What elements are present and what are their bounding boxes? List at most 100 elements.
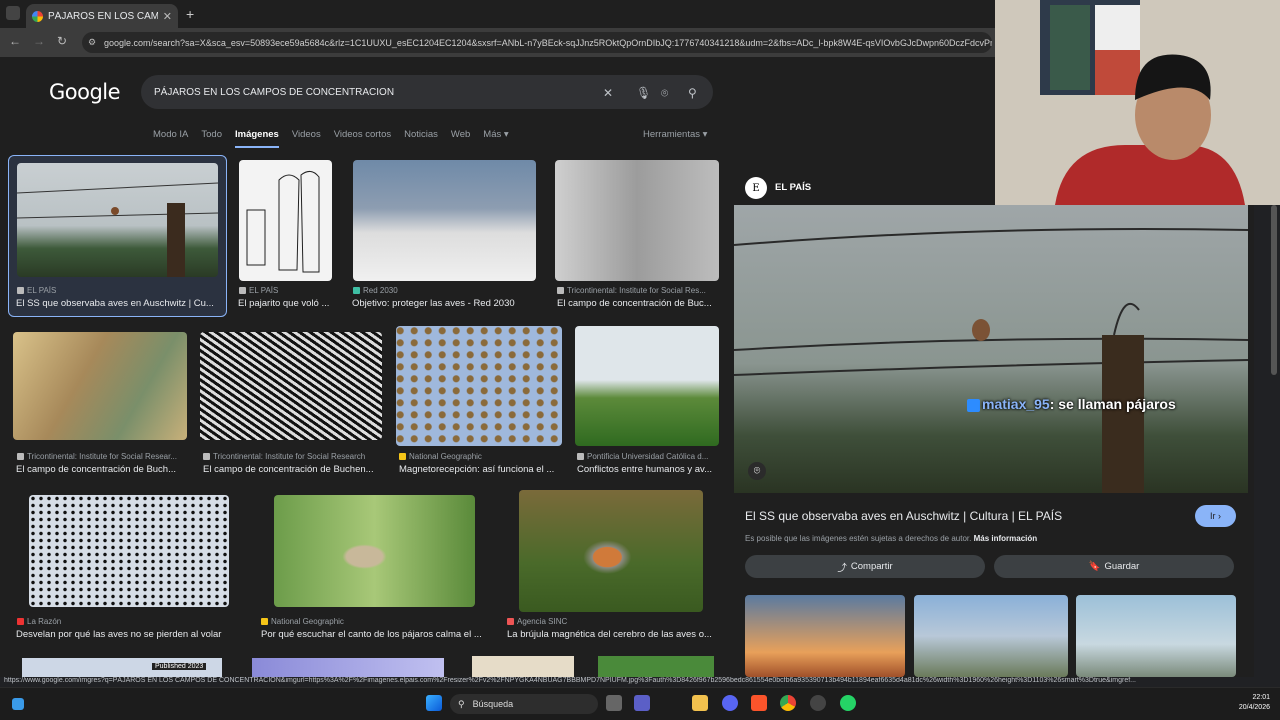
result-caption[interactable]: El campo de concentración de Buchen... (203, 464, 383, 475)
chat-message: : se llaman pájaros (1049, 396, 1176, 412)
result-source: EL PAÍS (27, 286, 57, 295)
result-caption[interactable]: Desvelan por qué las aves no se pierden … (16, 629, 246, 640)
microphone-icon[interactable]: 🎙 (636, 86, 651, 100)
site-info-icon[interactable]: ⚙ (88, 37, 96, 48)
tab-title: PÁJAROS EN LOS CAMPOS DE... (48, 10, 158, 22)
preview-image[interactable] (734, 205, 1248, 493)
search-query: PÁJAROS EN LOS CAMPOS DE CONCENTRACION (154, 86, 395, 98)
share-icon: ⤴ (837, 562, 847, 574)
source-favicon-icon (507, 618, 514, 625)
tab-mas-label: Más (483, 129, 502, 140)
go-button[interactable]: Ir › (1195, 505, 1236, 527)
tab-search-menu[interactable] (6, 6, 20, 20)
partial-result-thumbnail[interactable] (252, 658, 444, 677)
widgets-icon[interactable] (12, 698, 24, 710)
forward-icon[interactable]: → (33, 34, 45, 48)
google-logo[interactable]: Google (49, 80, 121, 104)
search-icon: ⚲ (458, 698, 465, 709)
url-text: google.com/search?sa=X&sca_esv=50893ece5… (104, 37, 992, 48)
rights-text: Es posible que las imágenes estén sujeta… (745, 534, 972, 543)
publisher-name[interactable]: EL PAÍS (775, 182, 811, 193)
stream-chat-overlay: matiax_95: se llaman pájaros (967, 396, 1176, 412)
teams-icon[interactable] (634, 695, 650, 711)
result-thumbnail[interactable] (575, 326, 719, 446)
partial-result-thumbnail[interactable]: Published 2023 (22, 658, 222, 677)
browser-tab[interactable]: PÁJAROS EN LOS CAMPOS DE... ✕ (26, 4, 178, 28)
result-caption[interactable]: Objetivo: proteger las aves - Red 2030 (352, 298, 542, 309)
result-caption[interactable]: Conflictos entre humanos y av... (577, 464, 719, 475)
file-explorer-icon[interactable] (692, 695, 708, 711)
result-caption[interactable]: El campo de concentración de Buch... (16, 464, 188, 475)
tools-button[interactable]: Herramientas ▾ (643, 129, 707, 140)
source-favicon-icon (557, 287, 564, 294)
new-tab-button[interactable]: + (186, 6, 194, 22)
publisher-logo: E (745, 177, 767, 199)
source-favicon-icon (203, 453, 210, 460)
tab-mas[interactable]: Más ▾ (483, 129, 508, 148)
illustration-image (246, 171, 320, 273)
whatsapp-icon[interactable] (840, 695, 856, 711)
tab-modo-ia[interactable]: Modo IA (153, 129, 188, 148)
result-thumbnail[interactable] (13, 332, 187, 440)
obs-icon[interactable] (810, 695, 826, 711)
webcam-feed-image (995, 0, 1280, 205)
result-source: National Geographic (271, 617, 344, 626)
taskbar-search-label: Búsqueda (472, 699, 514, 709)
result-thumbnail[interactable] (17, 163, 218, 277)
search-icon[interactable]: ⚲ (688, 86, 697, 100)
clear-search-icon[interactable]: ✕ (603, 86, 613, 100)
save-label: Guardar (1104, 561, 1140, 572)
result-caption[interactable]: La brújula magnética del cerebro de las … (507, 629, 717, 640)
panel-scrollbar[interactable] (1271, 205, 1277, 375)
related-image[interactable] (914, 595, 1068, 677)
result-thumbnail[interactable] (239, 160, 332, 281)
tab-noticias[interactable]: Noticias (404, 129, 438, 148)
close-tab-icon[interactable]: ✕ (163, 10, 172, 23)
result-thumbnail[interactable] (353, 160, 536, 281)
brave-icon[interactable] (751, 695, 767, 711)
result-thumbnail[interactable] (200, 332, 382, 440)
lens-search-icon[interactable]: ⌾ (748, 462, 766, 480)
chat-user: matiax_95 (982, 396, 1050, 412)
result-thumbnail[interactable] (29, 495, 229, 607)
related-image[interactable] (1076, 595, 1236, 677)
result-caption[interactable]: Magnetorecepción: así funciona el ... (399, 464, 559, 475)
chrome-icon[interactable] (780, 695, 796, 711)
chat-badge-icon (967, 398, 980, 412)
result-thumbnail[interactable] (519, 490, 703, 612)
source-favicon-icon (239, 287, 246, 294)
more-info-link[interactable]: Más información (974, 534, 1038, 543)
address-bar[interactable]: google.com/search?sa=X&sca_esv=50893ece5… (82, 32, 992, 53)
source-favicon-icon (261, 618, 268, 625)
partial-result-thumbnail[interactable] (598, 656, 714, 677)
clock-date: 20/4/2026 (1238, 704, 1270, 711)
tab-imagenes[interactable]: Imágenes (235, 129, 279, 148)
preview-title[interactable]: El SS que observaba aves en Auschwitz | … (745, 509, 1062, 523)
tab-todo[interactable]: Todo (201, 129, 222, 148)
result-caption[interactable]: Por qué escuchar el canto de los pájaros… (261, 629, 491, 640)
discord-icon[interactable] (722, 695, 738, 711)
result-thumbnail[interactable] (274, 495, 475, 607)
reload-icon[interactable]: ↻ (57, 34, 67, 48)
system-clock[interactable]: 22:01 20/4/2026 (1210, 693, 1270, 713)
result-caption[interactable]: El campo de concentración de Buc... (557, 298, 717, 309)
windows-start-icon[interactable] (426, 695, 442, 711)
result-caption[interactable]: El pajarito que voló ... (238, 298, 338, 309)
result-source: La Razón (27, 617, 62, 626)
tab-videos-cortos[interactable]: Videos cortos (334, 129, 391, 148)
partial-result-thumbnail[interactable] (472, 656, 574, 677)
taskbar-search[interactable]: ⚲ Búsqueda (450, 694, 598, 714)
back-icon[interactable]: ← (9, 34, 21, 48)
save-button[interactable]: 🔖 Guardar (994, 555, 1234, 578)
share-button[interactable]: ⤴ Compartir (745, 555, 985, 578)
result-thumbnail[interactable] (555, 160, 719, 281)
bookmark-icon: 🔖 (1088, 561, 1101, 572)
tab-videos[interactable]: Videos (292, 129, 321, 148)
search-input[interactable]: PÁJAROS EN LOS CAMPOS DE CONCENTRACION (141, 75, 713, 109)
result-thumbnail[interactable] (396, 326, 562, 446)
result-caption[interactable]: El SS que observaba aves en Auschwitz | … (16, 298, 221, 309)
lens-camera-icon[interactable]: ⌾ (661, 86, 668, 101)
tab-web[interactable]: Web (451, 129, 470, 148)
task-view-icon[interactable] (606, 695, 622, 711)
related-image[interactable] (745, 595, 905, 677)
